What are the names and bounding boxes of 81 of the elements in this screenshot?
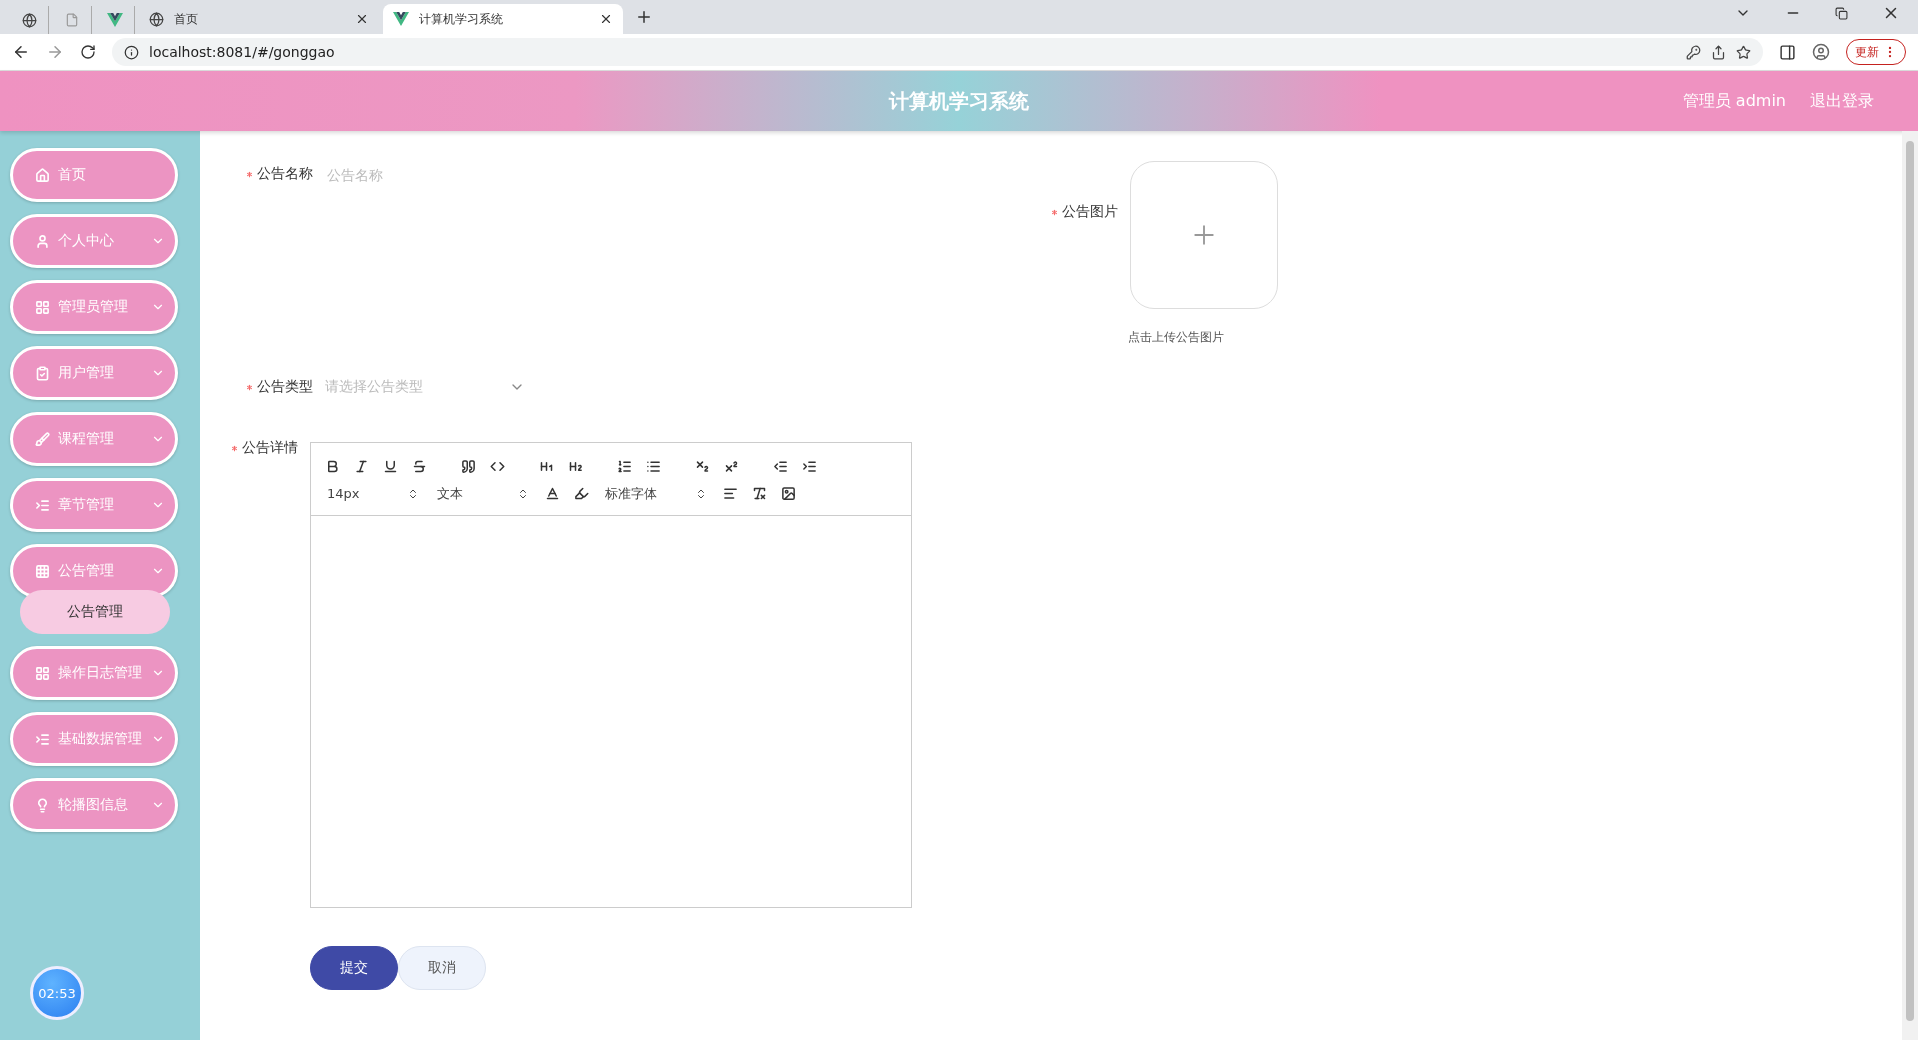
highlight-icon xyxy=(574,486,589,501)
globe-icon xyxy=(21,12,37,28)
address-bar[interactable]: localhost:8081/#/gonggao xyxy=(112,38,1763,66)
updown-icon xyxy=(695,487,707,500)
reload-icon[interactable] xyxy=(80,44,96,60)
font-select[interactable]: 标准字体 xyxy=(601,484,711,503)
star-icon[interactable] xyxy=(1736,44,1751,60)
bullet-list-icon xyxy=(646,459,661,474)
superscript-icon xyxy=(724,459,739,474)
user-icon xyxy=(35,233,50,249)
quote-icon xyxy=(461,459,476,474)
menu-item[interactable]: 轮播图信息 xyxy=(10,778,178,832)
update-button[interactable]: 更新 xyxy=(1846,39,1906,65)
updown-icon xyxy=(407,487,419,500)
logout-link[interactable]: 退出登录 xyxy=(1810,90,1874,112)
info-icon xyxy=(124,44,139,60)
timer-badge: 02:53 xyxy=(30,966,84,1020)
menu-item[interactable]: 首页 xyxy=(10,148,178,202)
user-name: 管理员 admin xyxy=(1682,90,1786,112)
code-icon xyxy=(490,459,505,474)
quote-button[interactable] xyxy=(459,457,478,476)
ordered-list-icon xyxy=(617,459,632,474)
menu-item[interactable]: 操作日志管理 xyxy=(10,646,178,700)
strikethrough-icon xyxy=(412,459,427,474)
heading-select[interactable]: 文本 xyxy=(433,484,533,503)
field-label: 公告图片 xyxy=(1062,203,1118,221)
restore-icon[interactable] xyxy=(1835,6,1848,20)
page-icon xyxy=(65,13,79,27)
globe-icon xyxy=(149,11,164,27)
grid-icon xyxy=(35,665,50,681)
close-icon[interactable] xyxy=(599,12,613,26)
brush-icon xyxy=(35,431,50,447)
v-logo-icon xyxy=(393,12,409,26)
italic-icon xyxy=(354,459,369,474)
profile-icon[interactable] xyxy=(1812,43,1830,61)
menu-item[interactable]: 基础数据管理 xyxy=(10,712,178,766)
clear-format-icon xyxy=(752,486,767,501)
underline-icon xyxy=(383,459,398,474)
upload-hint: 点击上传公告图片 xyxy=(1128,329,1225,346)
updown-icon xyxy=(517,487,529,500)
list-icon xyxy=(35,497,50,513)
menu-item[interactable]: 管理员管理 xyxy=(10,280,178,334)
subscript-icon xyxy=(695,459,710,474)
text-color-icon xyxy=(545,486,560,501)
bold-icon xyxy=(325,459,340,474)
list-icon xyxy=(35,731,50,747)
image-icon xyxy=(781,486,796,501)
outdent-icon xyxy=(773,459,788,474)
menu-item[interactable]: 章节管理 xyxy=(10,478,178,532)
home-icon xyxy=(35,167,50,183)
v-logo-icon xyxy=(107,13,123,27)
submit-button[interactable]: 提交 xyxy=(310,946,398,990)
menu-item[interactable]: 课程管理 xyxy=(10,412,178,466)
image-button[interactable] xyxy=(779,484,798,503)
heading-one-icon xyxy=(539,459,554,474)
submenu-item[interactable]: 公告管理 xyxy=(20,590,170,634)
grid-icon xyxy=(35,299,50,315)
menu-item[interactable]: 用户管理 xyxy=(10,346,178,400)
key-icon[interactable] xyxy=(1686,44,1701,60)
scrollbar[interactable] xyxy=(1902,131,1918,1040)
share-icon[interactable] xyxy=(1711,44,1726,60)
close-icon[interactable] xyxy=(355,12,369,26)
cancel-button[interactable]: 取消 xyxy=(398,946,486,990)
grid-icon xyxy=(35,563,50,579)
forward-icon[interactable] xyxy=(46,43,64,61)
font-size-select[interactable]: 14px xyxy=(323,486,423,501)
field-label: 公告详情 xyxy=(242,439,298,457)
lightbulb-icon xyxy=(35,797,50,813)
side-panel-icon[interactable] xyxy=(1779,43,1796,61)
clipboard-icon xyxy=(35,365,50,381)
field-label: 公告名称 xyxy=(257,165,313,183)
indent-icon xyxy=(802,459,817,474)
app-title: 计算机学习系统 xyxy=(889,87,1029,115)
menu-item[interactable]: 个人中心 xyxy=(10,214,178,268)
back-icon[interactable] xyxy=(12,43,30,61)
new-tab-icon[interactable] xyxy=(635,8,653,26)
heading-two-icon xyxy=(568,459,583,474)
browser-tab[interactable]: 计算机学习系统 xyxy=(383,4,623,34)
align-icon xyxy=(723,486,738,501)
field-label: 公告类型 xyxy=(257,378,313,396)
browser-tab[interactable]: 首页 xyxy=(139,4,379,34)
